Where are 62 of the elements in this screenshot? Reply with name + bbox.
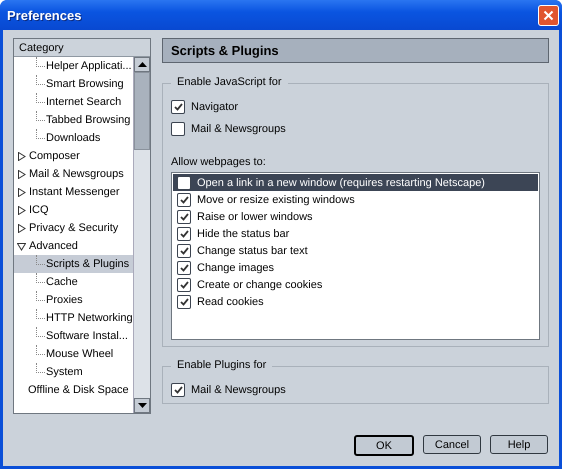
list-item[interactable]: Move or resize existing windows	[173, 191, 538, 208]
column-header: Category	[14, 39, 150, 57]
tree-item[interactable]: Smart Browsing	[14, 75, 133, 93]
list-item[interactable]: Create or change cookies	[173, 276, 538, 293]
collapsed-triangle-icon[interactable]	[17, 206, 26, 214]
checkbox[interactable]	[171, 122, 185, 136]
group-label: Enable Plugins for	[171, 359, 272, 371]
window-title: Preferences	[6, 8, 82, 22]
tree-item[interactable]: Privacy & Security	[14, 219, 133, 237]
collapsed-triangle-icon[interactable]	[17, 188, 26, 196]
tree-item[interactable]: HTTP Networking	[14, 309, 133, 327]
tree-item[interactable]: Advanced	[14, 237, 133, 255]
list-item[interactable]: Open a link in a new window (requires restarting Netscape)	[173, 174, 538, 191]
tree-item[interactable]: Instant Messenger	[14, 183, 133, 201]
tree-item[interactable]: ICQ	[14, 201, 133, 219]
dialog-button[interactable]: OK	[354, 435, 414, 456]
checkbox[interactable]	[171, 100, 185, 114]
checkbox-label: Mail & Newsgroups	[191, 384, 286, 396]
tree-item[interactable]: Cache	[14, 273, 133, 291]
checkbox[interactable]	[177, 294, 191, 308]
collapsed-triangle-icon[interactable]	[17, 224, 26, 232]
expanded-triangle-icon[interactable]	[17, 242, 26, 250]
close-button[interactable]	[538, 4, 559, 26]
dialog-button[interactable]: Cancel	[423, 435, 481, 454]
tree-item[interactable]: Software Instal...	[14, 327, 133, 345]
list-item[interactable]: Hide the status bar	[173, 225, 538, 242]
collapsed-triangle-icon[interactable]	[17, 170, 26, 178]
checkbox-label: Navigator	[191, 101, 238, 113]
tree-item[interactable]: Internet Search	[14, 93, 133, 111]
checkbox[interactable]	[177, 278, 191, 292]
scroll-thumb[interactable]	[134, 72, 150, 150]
tree-item[interactable]: Mouse Wheel	[14, 345, 133, 363]
tree-item[interactable]: Composer	[14, 147, 133, 165]
list-item[interactable]: Raise or lower windows	[173, 208, 538, 225]
tree-item[interactable]: Downloads	[14, 129, 133, 147]
checkbox-label: Mail & Newsgroups	[191, 123, 286, 135]
scrollbar[interactable]	[133, 57, 150, 413]
list-label: Allow webpages to:	[171, 156, 267, 168]
checkbox[interactable]	[177, 210, 191, 224]
checkbox[interactable]	[177, 244, 191, 258]
tree-item[interactable]: Proxies	[14, 291, 133, 309]
checkbox[interactable]	[177, 260, 191, 274]
tree-item[interactable]: Helper Applicati...	[14, 57, 133, 75]
group-label: Enable JavaScript for	[171, 76, 288, 88]
panel-title: Scripts & Plugins	[162, 38, 549, 63]
dialog-button[interactable]: Help	[490, 435, 548, 454]
close-icon	[543, 10, 554, 20]
tree-item[interactable]: Scripts & Plugins	[14, 255, 133, 273]
checkbox[interactable]	[177, 192, 191, 206]
scroll-up-icon[interactable]	[134, 57, 150, 72]
list-item[interactable]: Change status bar text	[173, 242, 538, 259]
checkbox[interactable]	[177, 176, 191, 190]
tree-item[interactable]: Tabbed Browsing	[14, 111, 133, 129]
list-item[interactable]: Change images	[173, 259, 538, 276]
checkbox[interactable]	[177, 226, 191, 240]
scroll-down-icon[interactable]	[134, 398, 150, 413]
tree-item[interactable]: Offline & Disk Space	[14, 381, 133, 399]
tree-item[interactable]: System	[14, 363, 133, 381]
tree-item[interactable]: Mail & Newsgroups	[14, 165, 133, 183]
checkbox[interactable]	[171, 383, 185, 397]
collapsed-triangle-icon[interactable]	[17, 152, 26, 160]
list-item[interactable]: Read cookies	[173, 293, 538, 310]
